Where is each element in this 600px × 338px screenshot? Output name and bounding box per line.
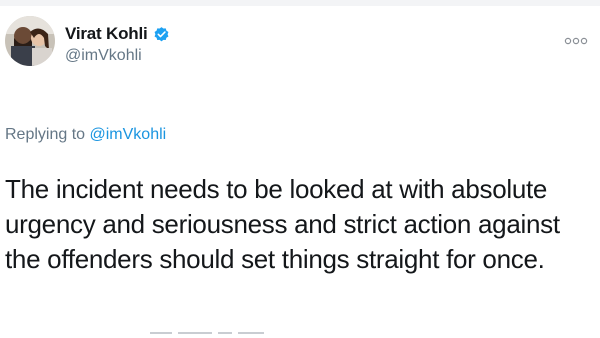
avatar[interactable] [5, 16, 55, 66]
replying-to-label: Replying to [5, 126, 90, 143]
top-strip [0, 0, 600, 6]
tweet-text: The incident needs to be looked at with … [5, 174, 560, 274]
author-name-row: Virat Kohli [65, 24, 170, 44]
verified-badge-icon [153, 26, 170, 43]
replying-to-handle-link[interactable]: @imVkohli [90, 126, 167, 143]
avatar-photo [5, 16, 55, 66]
author-handle[interactable]: @imVkohli [65, 47, 142, 65]
more-options-icon[interactable] [564, 34, 588, 46]
author-display-name[interactable]: Virat Kohli [65, 24, 148, 44]
cropped-next-line [150, 332, 300, 338]
replying-to-line: Replying to @imVkohli [5, 126, 166, 144]
